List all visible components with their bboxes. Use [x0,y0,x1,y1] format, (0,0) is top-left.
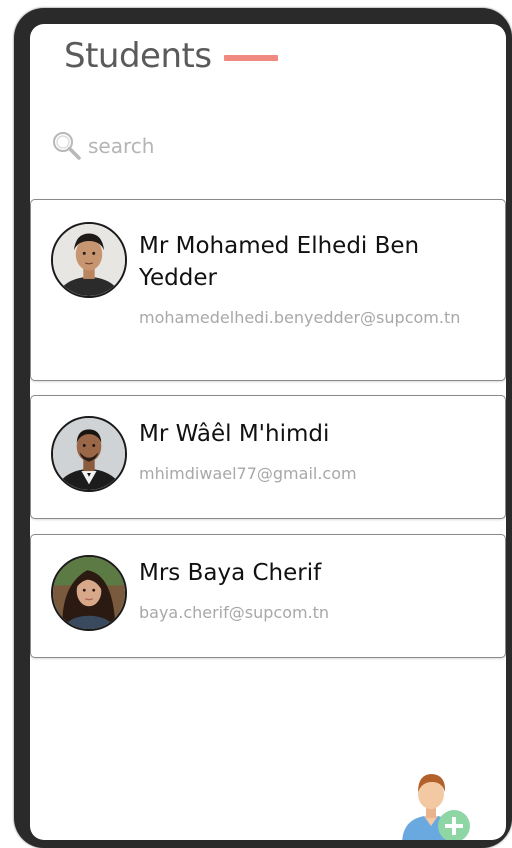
student-card[interactable]: Mr Wâêl M'himdi mhimdiwael77@gmail.com [30,395,506,519]
add-user-icon [402,774,470,840]
avatar [51,555,127,631]
student-name: Mr Wâêl M'himdi [139,421,330,447]
search-icon [50,129,84,163]
device-frame: Students search Mr Mohamed Elhedi Ben Ye… [14,8,512,848]
avatar [51,416,127,492]
page-title: Students [64,36,212,76]
student-card[interactable]: Mr Mohamed Elhedi Ben Yedder mohamedelhe… [30,199,506,381]
avatar [51,222,127,298]
student-email: baya.cherif@supcom.tn [139,603,330,622]
header: Students [64,26,278,86]
student-card[interactable]: Mrs Baya Cherif baya.cherif@supcom.tn [30,534,506,658]
title-accent-bar [223,55,278,61]
app-screen: Students search Mr Mohamed Elhedi Ben Ye… [30,24,506,840]
search-input[interactable] [86,133,390,159]
search-bar[interactable] [50,128,390,164]
student-name: Mr Mohamed Elhedi Ben Yedder [139,233,420,291]
student-email: mhimdiwael77@gmail.com [139,464,357,483]
add-student-button[interactable] [396,766,476,840]
student-name: Mrs Baya Cherif [139,560,322,586]
student-email: mohamedelhedi.benyedder@supcom.tn [139,308,461,327]
